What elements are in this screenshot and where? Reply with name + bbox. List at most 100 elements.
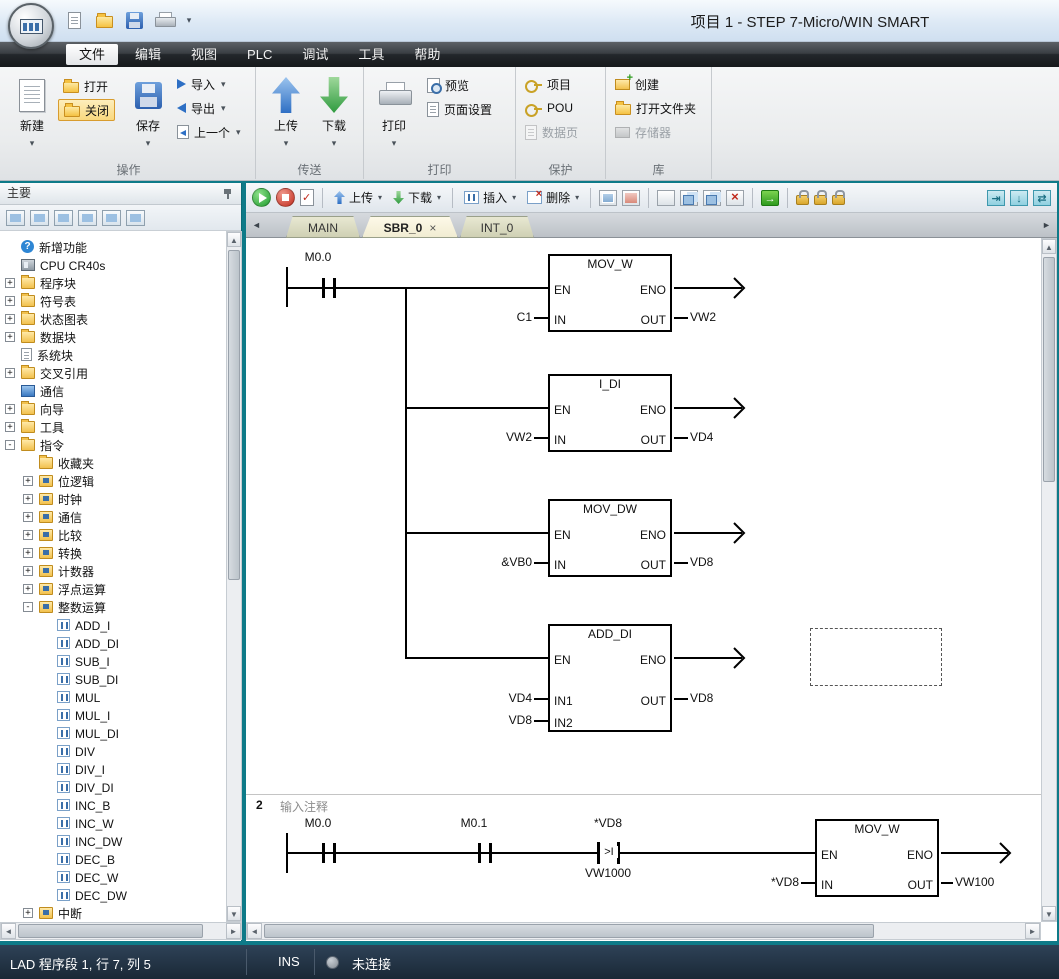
tree-item[interactable]: +数据块 xyxy=(0,329,226,347)
compare-operator[interactable]: >I xyxy=(600,846,618,858)
tree-item[interactable]: SUB_DI xyxy=(0,671,226,689)
ladder-canvas[interactable]: M0.0 MOV_W EN ENO IN OUT C1 VW2 xyxy=(246,238,1041,922)
expander-icon[interactable]: + xyxy=(5,296,15,306)
tree-item[interactable]: ADD_DI xyxy=(0,635,226,653)
expander-icon[interactable]: + xyxy=(5,332,15,342)
lock-icon[interactable] xyxy=(796,195,809,205)
tree-item[interactable]: SUB_I xyxy=(0,653,226,671)
expander-icon[interactable]: + xyxy=(5,314,15,324)
customize-toolbar-icon[interactable] xyxy=(182,8,196,32)
editor-vertical-scrollbar[interactable]: ▲ ▼ xyxy=(1041,238,1057,922)
menu-tab-tools[interactable]: 工具 xyxy=(345,44,397,65)
tree-item[interactable]: +计数器 xyxy=(0,563,226,581)
tab-scroll-right-icon[interactable]: ► xyxy=(1039,217,1054,234)
tree-item[interactable]: +位逻辑 xyxy=(0,473,226,491)
download-button[interactable]: 下载 xyxy=(310,71,358,153)
expander-icon[interactable]: + xyxy=(23,548,33,558)
tree-item[interactable]: DEC_DW xyxy=(0,887,226,905)
app-logo[interactable] xyxy=(8,3,54,49)
communication-view-icon[interactable] xyxy=(126,210,145,226)
compile-icon[interactable] xyxy=(300,189,314,206)
save-button[interactable]: 保存 xyxy=(124,71,172,153)
tree-item[interactable]: 收藏夹 xyxy=(0,455,226,473)
operand[interactable]: VD4 xyxy=(690,430,713,444)
expander-icon[interactable]: + xyxy=(5,368,15,378)
data-block-view-icon[interactable] xyxy=(78,210,97,226)
scroll-right-icon[interactable]: ► xyxy=(226,923,241,939)
tree-vertical-scrollbar[interactable]: ▲ ▼ xyxy=(226,231,242,922)
download-toolbar-button[interactable]: 下载 xyxy=(390,187,444,208)
upload-button[interactable]: 上传 xyxy=(262,71,310,153)
tree-item[interactable]: +程序块 xyxy=(0,275,226,293)
tree-item[interactable]: 通信 xyxy=(0,383,226,401)
expander-icon[interactable]: + xyxy=(23,512,33,522)
operand[interactable]: VW100 xyxy=(955,875,994,889)
expander-icon[interactable]: + xyxy=(23,530,33,540)
instruction-block-mov-w[interactable]: MOV_W EN ENO IN OUT xyxy=(815,819,939,897)
page-view-icon[interactable] xyxy=(657,190,675,206)
tree-item[interactable]: DEC_W xyxy=(0,869,226,887)
scroll-thumb[interactable] xyxy=(228,250,240,580)
menu-tab-debug[interactable]: 调试 xyxy=(289,44,341,65)
new-document-icon[interactable] xyxy=(62,8,86,32)
close-button[interactable]: 关闭 xyxy=(58,99,115,121)
lock-icon[interactable] xyxy=(832,195,845,205)
goto-network-icon[interactable] xyxy=(761,190,779,206)
toggle-addressing-icon[interactable] xyxy=(1033,190,1051,206)
operand[interactable]: VW2 xyxy=(690,310,716,324)
expander-icon[interactable]: - xyxy=(5,440,15,450)
delete-button[interactable]: 删除 xyxy=(524,187,582,208)
tree-item[interactable]: DIV xyxy=(0,743,226,761)
tab-sbr0[interactable]: SBR_0× xyxy=(362,216,458,238)
compare-operand-bottom[interactable]: VW1000 xyxy=(568,866,648,880)
open-button[interactable]: 打开 xyxy=(58,75,115,97)
open-project-icon[interactable] xyxy=(92,8,116,32)
symbol-table-view-icon[interactable] xyxy=(30,210,49,226)
expander-icon[interactable]: + xyxy=(23,494,33,504)
tree-item[interactable]: DIV_I xyxy=(0,761,226,779)
protect-project-button[interactable]: 项目 xyxy=(520,73,583,95)
print-button[interactable]: 打印 xyxy=(370,71,418,153)
tab-int0[interactable]: INT_0 xyxy=(460,216,534,238)
operand[interactable]: VD8 xyxy=(690,555,713,569)
compare-operand-top[interactable]: *VD8 xyxy=(568,816,648,830)
expander-icon[interactable]: + xyxy=(5,422,15,432)
tree-item[interactable]: MUL_DI xyxy=(0,725,226,743)
tree-item[interactable]: +转换 xyxy=(0,545,226,563)
create-library-button[interactable]: 创建 xyxy=(610,73,701,95)
tree-item[interactable]: +中断 xyxy=(0,905,226,922)
operand[interactable]: VD8 xyxy=(690,691,713,705)
open-library-folder-button[interactable]: 打开文件夹 xyxy=(610,97,701,119)
scroll-left-icon[interactable]: ◄ xyxy=(1,923,16,939)
save-project-icon[interactable] xyxy=(122,8,146,32)
export-button[interactable]: 导出 xyxy=(172,97,246,119)
expander-icon[interactable]: + xyxy=(23,566,33,576)
tree-item[interactable]: -整数运算 xyxy=(0,599,226,617)
insert-button[interactable]: 插入 xyxy=(461,187,519,208)
cascade-windows-icon[interactable] xyxy=(680,190,698,206)
scroll-up-icon[interactable]: ▲ xyxy=(227,232,241,247)
tab-close-icon[interactable]: × xyxy=(429,221,436,235)
scroll-thumb[interactable] xyxy=(1043,257,1055,482)
tree-item[interactable]: +比较 xyxy=(0,527,226,545)
tree-item[interactable]: DEC_B xyxy=(0,851,226,869)
upload-toolbar-button[interactable]: 上传 xyxy=(331,187,385,208)
scroll-thumb[interactable] xyxy=(18,924,203,938)
tree-item[interactable]: +时钟 xyxy=(0,491,226,509)
menu-tab-help[interactable]: 帮助 xyxy=(401,44,453,65)
tree-item[interactable]: -指令 xyxy=(0,437,226,455)
print-dropdown-icon[interactable] xyxy=(392,135,397,149)
status-chart-view-icon[interactable] xyxy=(54,210,73,226)
instruction-block-i-di[interactable]: I_DI EN ENO IN OUT xyxy=(548,374,672,452)
cross-reference-view-icon[interactable] xyxy=(102,210,121,226)
clear-icon[interactable] xyxy=(726,190,744,206)
symbol-table-icon[interactable] xyxy=(599,190,617,206)
expander-icon[interactable]: - xyxy=(23,602,33,612)
tab-main[interactable]: MAIN xyxy=(286,216,360,238)
menu-tab-edit[interactable]: 编辑 xyxy=(122,44,174,65)
menu-tab-file[interactable]: 文件 xyxy=(66,44,118,65)
expander-icon[interactable]: + xyxy=(23,908,33,918)
lock-icon[interactable] xyxy=(814,195,827,205)
tree-item[interactable]: +交叉引用 xyxy=(0,365,226,383)
tree-item[interactable]: +状态图表 xyxy=(0,311,226,329)
